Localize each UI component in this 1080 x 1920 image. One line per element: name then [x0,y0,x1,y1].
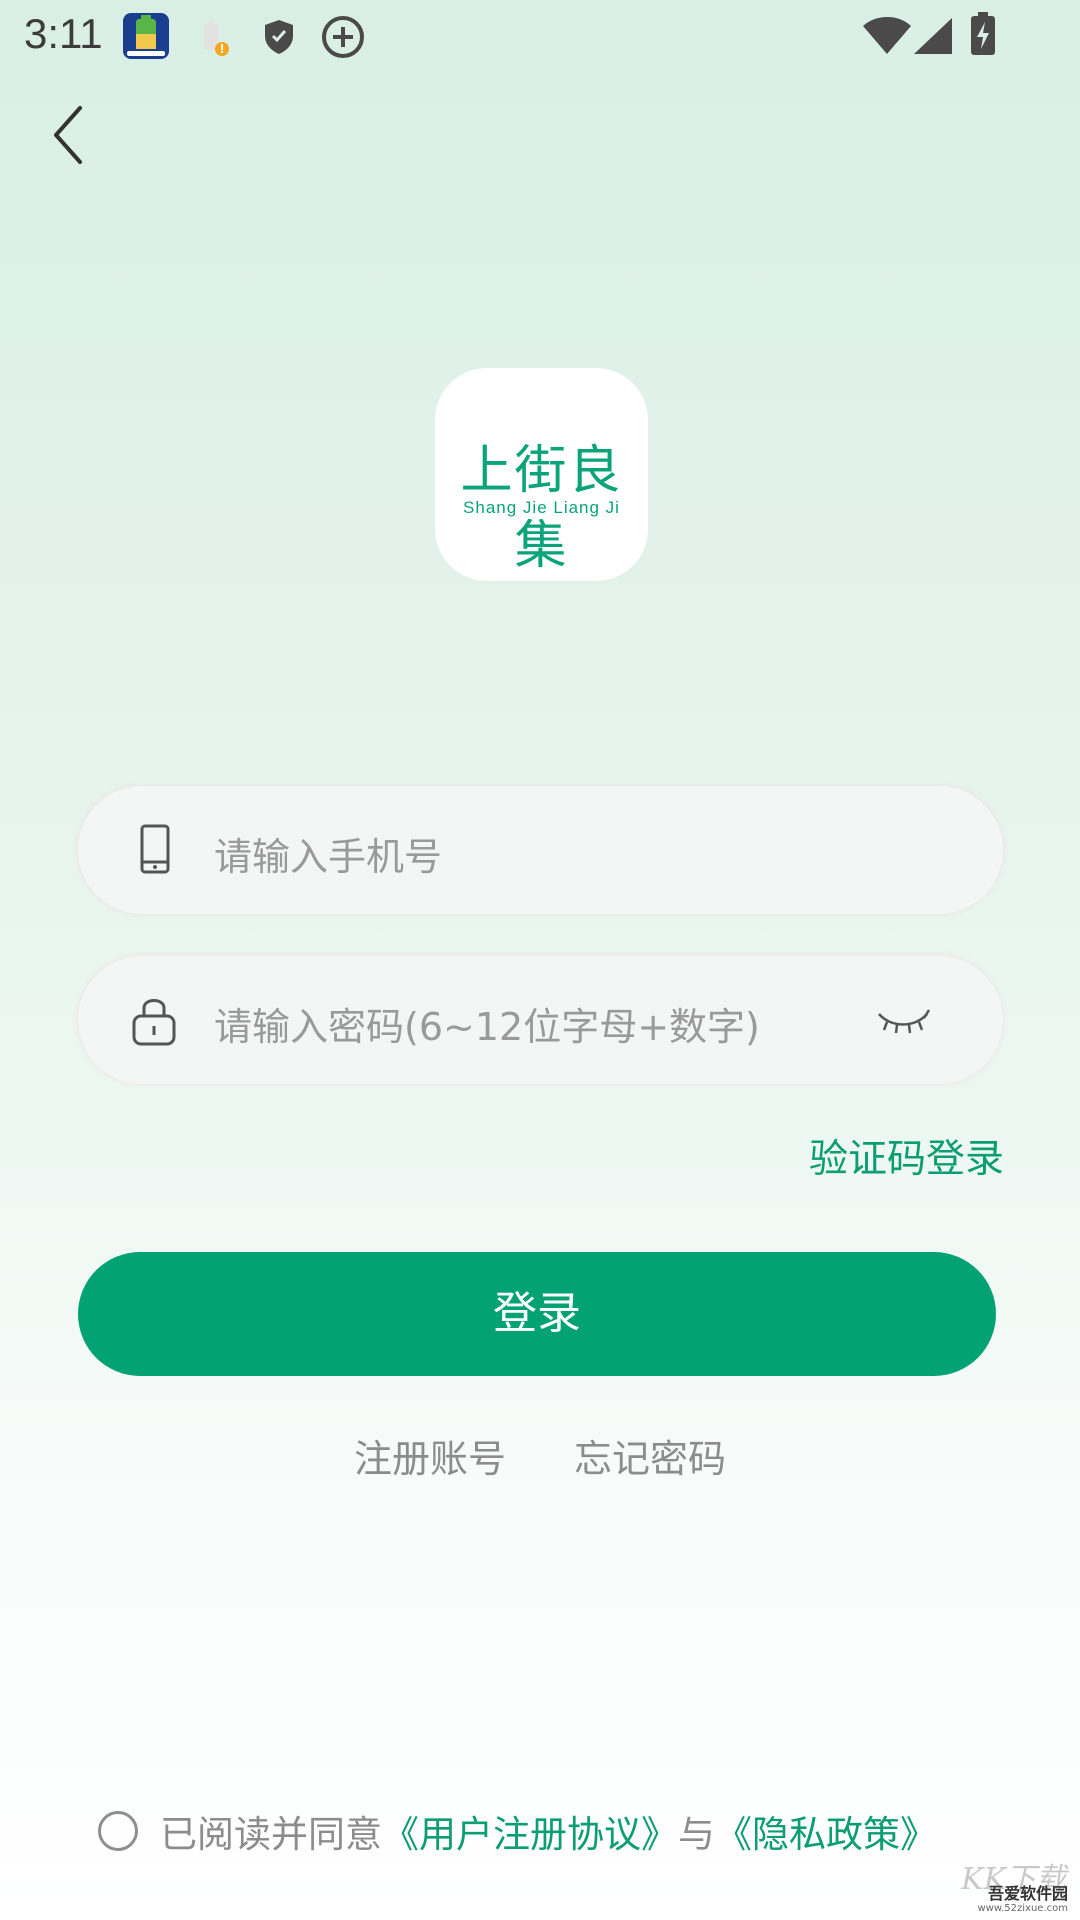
battery-alert-icon [204,21,229,56]
privacy-policy-link[interactable]: 《隐私政策》 [715,1804,937,1858]
user-agreement-link[interactable]: 《用户注册协议》 [382,1804,678,1858]
lock-icon [132,999,176,1046]
wifi-icon [863,17,911,54]
watermark-url: www.52zixue.com [977,1903,1069,1914]
logo-title-en: Shang Jie Liang Ji [463,498,620,517]
chevron-left-icon [54,106,82,164]
app-notification-icon [123,13,169,59]
back-button[interactable] [40,100,100,170]
agree-checkbox[interactable] [98,1811,138,1851]
agreement-row: 已阅读并同意 《用户注册协议》 与 《隐私政策》 [98,1804,937,1858]
phone-icon [140,824,170,874]
shield-icon [265,20,293,54]
app-logo: 上街良集 Shang Jie Liang Ji [435,368,648,581]
watermark: KK下载 吾爱软件园 www.52zixue.com [952,1854,1072,1914]
agreement-prefix: 已阅读并同意 [160,1813,382,1856]
agreement-connector: 与 [678,1813,715,1856]
forgot-password-link[interactable]: 忘记密码 [574,1428,726,1483]
register-link[interactable]: 注册账号 [354,1428,506,1483]
password-field[interactable]: 请输入密码(6~12位字母+数字) [78,956,1003,1084]
account-links: 注册账号 忘记密码 [0,1428,1080,1483]
add-circle-icon [322,16,364,58]
password-input[interactable]: 请输入密码(6~12位字母+数字) [214,996,760,1051]
login-button[interactable]: 登录 [78,1252,996,1376]
eye-closed-icon[interactable] [875,1000,931,1040]
status-bar: 3:11 [0,0,1080,72]
battery-charging-icon [971,12,995,55]
status-time: 3:11 [24,10,103,57]
phone-input[interactable]: 请输入手机号 [214,826,442,881]
sms-login-link[interactable]: 验证码登录 [809,1128,1004,1184]
phone-field[interactable]: 请输入手机号 [78,786,1003,914]
signal-icon [914,18,952,54]
watermark-brand: 吾爱软件园 [987,1884,1068,1903]
